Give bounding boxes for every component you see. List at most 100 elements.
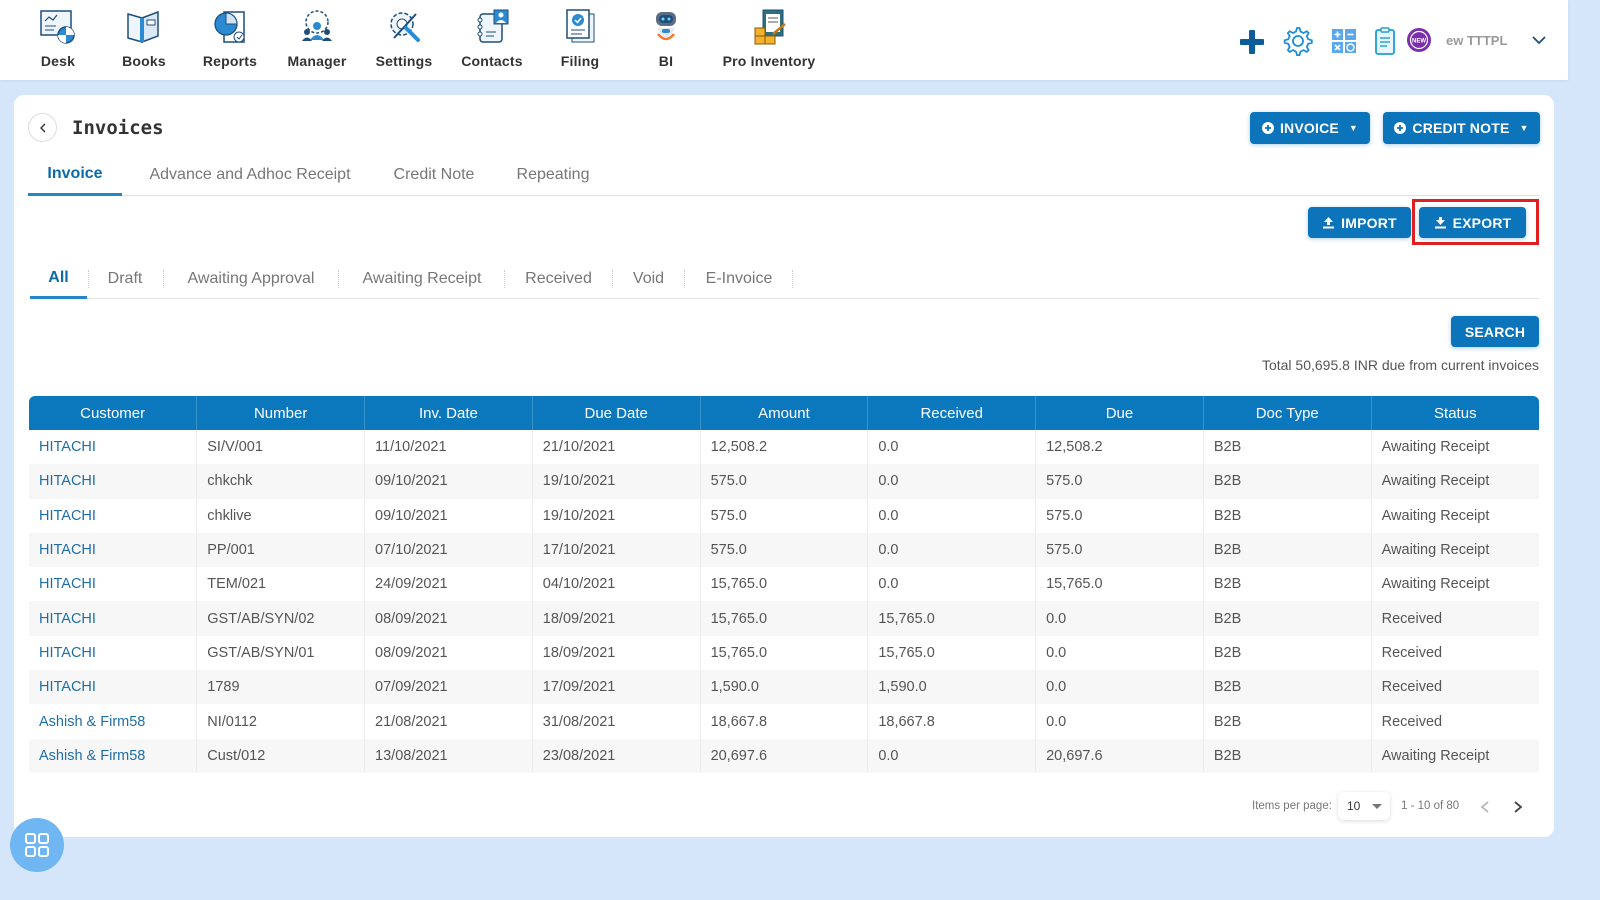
chevron-down-icon[interactable]: [1530, 31, 1548, 49]
cell-due: 15,765.0: [1035, 567, 1204, 602]
nav-label: Pro Inventory: [722, 53, 816, 69]
column-header-number[interactable]: Number: [196, 396, 366, 430]
import-button[interactable]: IMPORT: [1308, 207, 1411, 238]
button-label: SEARCH: [1464, 323, 1526, 340]
column-header-received[interactable]: Received: [867, 396, 1037, 430]
cell-customer[interactable]: HITACHI: [29, 430, 198, 465]
nav-books[interactable]: Books: [122, 6, 166, 74]
previous-page-button[interactable]: [1475, 797, 1495, 817]
cell-customer[interactable]: HITACHI: [29, 464, 198, 499]
nav-desk[interactable]: Desk: [36, 6, 80, 74]
back-button[interactable]: [28, 113, 57, 142]
column-header-amount[interactable]: Amount: [700, 396, 869, 430]
cell-customer[interactable]: HITACHI: [29, 670, 198, 705]
cell-amount: 15,765.0: [700, 567, 869, 602]
cell-status: Awaiting Receipt: [1371, 464, 1539, 499]
cell-received: 0.0: [867, 532, 1037, 568]
cell-customer[interactable]: HITACHI: [29, 498, 198, 533]
table-row[interactable]: HITACHI TEM/021 24/09/2021 04/10/2021 15,765…: [29, 567, 1539, 602]
table-row[interactable]: HITACHI 1789 07/09/2021 17/09/2021 1,590.0 1,…: [29, 670, 1539, 705]
table-row[interactable]: HITACHI PP/001 07/10/2021 17/10/2021 575.0 0.…: [29, 532, 1539, 568]
table-row[interactable]: HITACHI chkchk 09/10/2021 19/10/2021 575.0 0.…: [29, 464, 1539, 499]
settings-button[interactable]: [1281, 23, 1313, 59]
new-invoice-button[interactable]: INVOICE ▼: [1250, 112, 1370, 144]
clipboard-icon: [1375, 27, 1395, 55]
column-header-customer[interactable]: Customer: [29, 396, 198, 430]
cell-status: Received: [1371, 670, 1539, 705]
status-tab-all[interactable]: All: [30, 260, 87, 299]
items-per-page-select[interactable]: 10: [1338, 792, 1390, 820]
search-button[interactable]: SEARCH: [1451, 316, 1539, 347]
next-page-button[interactable]: [1508, 797, 1528, 817]
cell-customer[interactable]: HITACHI: [29, 567, 198, 602]
cell-due: 575.0: [1035, 498, 1204, 533]
tab-credit-note[interactable]: Credit Note: [382, 155, 486, 195]
apps-menu-button[interactable]: [10, 818, 64, 872]
cell-customer[interactable]: HITACHI: [29, 635, 198, 671]
cell-due: 0.0: [1035, 601, 1204, 636]
cell-amount: 575.0: [700, 498, 869, 533]
cell-customer[interactable]: HITACHI: [29, 601, 198, 636]
table-row[interactable]: HITACHI chklive 09/10/2021 19/10/2021 575.0 0…: [29, 498, 1539, 533]
add-button[interactable]: [1236, 24, 1268, 60]
organization-name[interactable]: ew TTTPL: [1446, 33, 1507, 48]
table-row[interactable]: HITACHI GST/AB/SYN/01 08/09/2021 18/09/2021…: [29, 635, 1539, 671]
cell-customer[interactable]: HITACHI: [29, 532, 198, 568]
cell-customer[interactable]: Ashish & Firm58: [29, 738, 198, 773]
gear-icon: [1283, 27, 1313, 56]
nav-label: Desk: [40, 53, 76, 69]
nav-pro-inventory[interactable]: Pro Inventory: [722, 6, 816, 74]
cell-received: 0.0: [867, 464, 1037, 499]
table-row[interactable]: Ashish & Firm58 NI/0112 21/08/2021 31/08/20…: [29, 704, 1539, 739]
column-header-status[interactable]: Status: [1371, 396, 1539, 430]
nav-label: BI: [658, 53, 674, 69]
cell-inv-date: 07/09/2021: [364, 670, 533, 705]
cell-amount: 575.0: [700, 532, 869, 568]
status-tab-draft[interactable]: Draft: [96, 260, 154, 298]
column-header-inv-date[interactable]: Inv. Date: [364, 396, 533, 430]
cell-status: Received: [1381, 713, 1443, 730]
column-header-due-date[interactable]: Due Date: [532, 396, 701, 430]
cell-received: 15,765.0: [867, 635, 1037, 671]
nav-bi[interactable]: BI: [646, 6, 686, 74]
cell-amount: 1,590.0: [700, 670, 869, 705]
column-header-doc-type[interactable]: Doc Type: [1203, 396, 1372, 430]
new-credit-note-button[interactable]: CREDIT NOTE ▼: [1383, 112, 1540, 144]
nav-manager[interactable]: Manager: [287, 6, 347, 74]
column-header-due[interactable]: Due: [1035, 396, 1204, 430]
total-due-summary: Total 50,695.8 INR due from current invo…: [1261, 357, 1539, 373]
page-title: Invoices: [72, 117, 164, 139]
caret-down-icon: ▼: [1519, 123, 1529, 133]
calculator-icon: [1332, 29, 1356, 53]
nav-contacts[interactable]: Contacts: [460, 6, 524, 74]
tab-repeating[interactable]: Repeating: [506, 155, 600, 195]
whats-new-button[interactable]: NEW: [1403, 22, 1435, 58]
table-row[interactable]: HITACHI SI/V/001 11/10/2021 21/10/2021 12,50…: [29, 430, 1539, 465]
tab-separator: [504, 270, 505, 288]
cell-inv-date: 07/10/2021: [364, 532, 533, 568]
status-tab-void[interactable]: Void: [622, 260, 675, 298]
notes-button[interactable]: [1369, 23, 1401, 59]
nav-settings[interactable]: Settings: [374, 6, 434, 74]
cell-doc-type: B2B: [1203, 738, 1372, 773]
table-row[interactable]: Ashish & Firm58 Cust/012 13/08/2021 23/08/2…: [29, 738, 1539, 773]
calculator-button[interactable]: [1328, 23, 1360, 59]
tab-advance-adhoc-receipt[interactable]: Advance and Adhoc Receipt: [132, 155, 368, 195]
nav-label: Manager: [287, 53, 347, 69]
cell-due-date: 18/09/2021: [532, 635, 701, 671]
nav-reports[interactable]: Reports: [203, 6, 257, 74]
cell-status: Awaiting Receipt: [1381, 507, 1490, 524]
books-icon: [127, 10, 159, 44]
cell-due-date: 21/10/2021: [532, 430, 701, 465]
status-tab-e-invoice[interactable]: E-Invoice: [694, 260, 784, 298]
cell-received: 1,590.0: [867, 670, 1037, 705]
status-tab-received[interactable]: Received: [514, 260, 603, 298]
cell-number: PP/001: [196, 532, 366, 568]
cell-customer[interactable]: Ashish & Firm58: [29, 704, 198, 739]
status-tab-awaiting-approval[interactable]: Awaiting Approval: [172, 260, 330, 298]
tab-invoice[interactable]: Invoice: [28, 155, 122, 196]
table-row[interactable]: HITACHI GST/AB/SYN/02 08/09/2021 18/09/2021…: [29, 601, 1539, 636]
nav-filing[interactable]: Filing: [558, 6, 602, 74]
status-tab-awaiting-receipt[interactable]: Awaiting Receipt: [348, 260, 496, 298]
cell-due-date: 19/10/2021: [532, 464, 701, 499]
